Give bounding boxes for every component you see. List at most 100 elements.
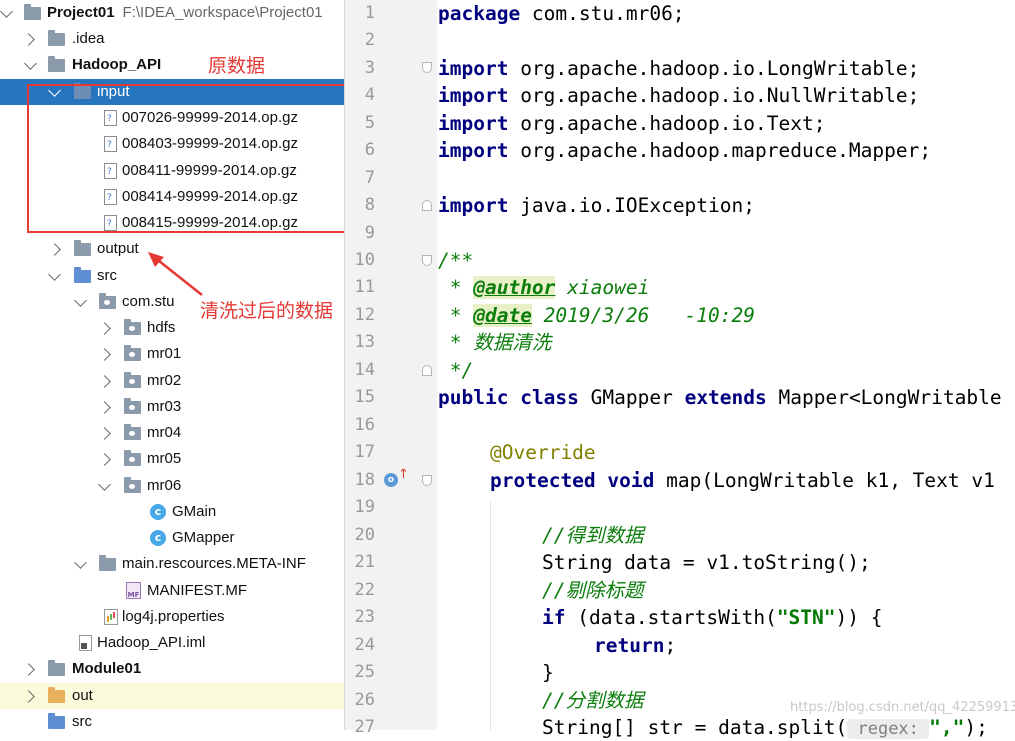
tree-item-label: src <box>97 267 117 284</box>
chevron-down-icon[interactable] <box>98 478 111 491</box>
package-icon <box>124 372 141 388</box>
line-number: 24 <box>354 635 375 655</box>
chevron-right-icon[interactable] <box>98 453 111 466</box>
fold-marker-icon[interactable] <box>422 475 432 486</box>
tree-item-label: main.rescources.META-INF <box>122 555 306 572</box>
line-number: 22 <box>354 580 375 600</box>
code-line: String data = v1.toString(); <box>542 551 871 574</box>
code-line: import org.apache.hadoop.mapreduce.Mappe… <box>438 139 932 162</box>
package-icon <box>124 477 141 493</box>
line-number: 11 <box>354 277 375 297</box>
chevron-down-icon[interactable] <box>0 5 13 18</box>
line-number: 3 <box>364 58 375 78</box>
tree-item-label: GMapper <box>172 529 235 546</box>
tree-item-label: hdfs <box>147 319 176 336</box>
fold-marker-icon[interactable] <box>422 62 432 73</box>
package-icon <box>124 424 141 440</box>
tree-row-package[interactable]: mr04 <box>0 420 345 446</box>
tree-row-package[interactable]: mr02 <box>0 368 345 394</box>
tree-row-src[interactable]: src <box>0 709 345 730</box>
chevron-right-icon[interactable] <box>98 427 111 440</box>
chevron-down-icon[interactable] <box>24 57 37 70</box>
line-number: 2 <box>364 30 375 50</box>
tree-row-out[interactable]: out <box>0 683 345 709</box>
code-line: import org.apache.hadoop.io.LongWritable… <box>438 57 920 80</box>
package-icon <box>124 345 141 361</box>
chevron-right-icon[interactable] <box>98 322 111 335</box>
fold-marker-icon[interactable] <box>422 255 432 266</box>
code-line: return; <box>594 634 677 657</box>
code-line: /** <box>438 249 474 272</box>
chevron-right-icon[interactable] <box>22 690 35 703</box>
tree-row-package[interactable]: mr01 <box>0 341 345 367</box>
tree-item-label: Module01 <box>72 660 142 677</box>
line-number: 21 <box>354 552 375 572</box>
override-method-icon[interactable]: o <box>384 473 398 487</box>
tree-item-label: Project01 F:\IDEA_workspace\Project01 <box>47 4 323 21</box>
indent-guide <box>490 502 491 730</box>
chevron-right-icon[interactable] <box>98 375 111 388</box>
line-number: 15 <box>354 387 375 407</box>
package-icon <box>124 450 141 466</box>
line-number: 14 <box>354 360 375 380</box>
code-line: import org.apache.hadoop.io.Text; <box>438 112 826 135</box>
code-line: } <box>542 661 554 684</box>
tree-row-idea[interactable]: .idea <box>0 26 345 52</box>
tree-row-package[interactable]: mr03 <box>0 394 345 420</box>
line-number: 9 <box>364 223 375 243</box>
module-folder-icon <box>48 56 65 72</box>
tree-row-package[interactable]: mr06 <box>0 473 345 499</box>
fold-marker-icon[interactable] <box>422 200 432 211</box>
code-line: @Override <box>490 441 596 464</box>
tree-row-package[interactable]: mr05 <box>0 446 345 472</box>
line-number: 8 <box>364 195 375 215</box>
tree-item-label: Hadoop_API.iml <box>97 634 206 651</box>
project-tree: Project01 F:\IDEA_workspace\Project01 .id… <box>0 0 345 730</box>
module-file-icon <box>79 635 92 651</box>
code-line: * @author xiaowei <box>438 276 650 299</box>
tree-row-manifest[interactable]: MF MANIFEST.MF <box>0 578 345 604</box>
chevron-right-icon[interactable] <box>98 401 111 414</box>
tree-row-meta-inf[interactable]: main.rescources.META-INF <box>0 551 345 577</box>
folder-icon <box>48 30 65 46</box>
folder-icon <box>24 4 41 20</box>
tree-row-class[interactable]: c GMapper <box>0 525 345 551</box>
tree-row-class[interactable]: c GMain <box>0 499 345 525</box>
chevron-right-icon[interactable] <box>48 243 61 256</box>
tree-item-label: MANIFEST.MF <box>147 582 247 599</box>
watermark: https://blog.csdn.net/qq_42259913 <box>790 700 1015 715</box>
chevron-down-icon[interactable] <box>48 268 61 281</box>
line-number: 12 <box>354 305 375 325</box>
tree-item-label: mr05 <box>147 450 182 467</box>
tree-row-module01[interactable]: Module01 <box>0 656 345 682</box>
tree-item-label: mr02 <box>147 372 182 389</box>
chevron-down-icon[interactable] <box>74 294 87 307</box>
code-line: */ <box>438 359 474 382</box>
annotation-box <box>27 84 345 233</box>
code-line: * @date 2019/3/26 -10:29 <box>438 304 755 327</box>
properties-file-icon <box>104 609 118 625</box>
tree-item-label: Hadoop_API <box>72 56 162 73</box>
java-class-icon: c <box>150 530 166 546</box>
line-number: 23 <box>354 607 375 627</box>
code-line: import org.apache.hadoop.io.NullWritable… <box>438 84 920 107</box>
package-icon <box>124 398 141 414</box>
line-number: 27 <box>354 717 375 737</box>
chevron-right-icon[interactable] <box>22 33 35 46</box>
annotation-cleaned-data: 清洗过后的数据 <box>200 300 334 322</box>
tree-row-project01[interactable]: Project01 F:\IDEA_workspace\Project01 <box>0 0 345 26</box>
chevron-right-icon[interactable] <box>98 348 111 361</box>
line-number: 4 <box>364 85 375 105</box>
tree-row-log4j[interactable]: log4j.properties <box>0 604 345 630</box>
line-number: 1 <box>364 3 375 23</box>
tree-row-iml[interactable]: Hadoop_API.iml <box>0 630 345 656</box>
line-number: 18 <box>354 470 375 490</box>
line-number: 10 <box>354 250 375 270</box>
line-number: 25 <box>354 662 375 682</box>
fold-marker-icon[interactable] <box>422 365 432 376</box>
chevron-right-icon[interactable] <box>22 663 35 676</box>
chevron-down-icon[interactable] <box>74 556 87 569</box>
tree-item-label: log4j.properties <box>122 608 225 625</box>
tree-item-label: out <box>72 687 93 704</box>
tree-row-hadoop-api[interactable]: Hadoop_API <box>0 52 345 78</box>
